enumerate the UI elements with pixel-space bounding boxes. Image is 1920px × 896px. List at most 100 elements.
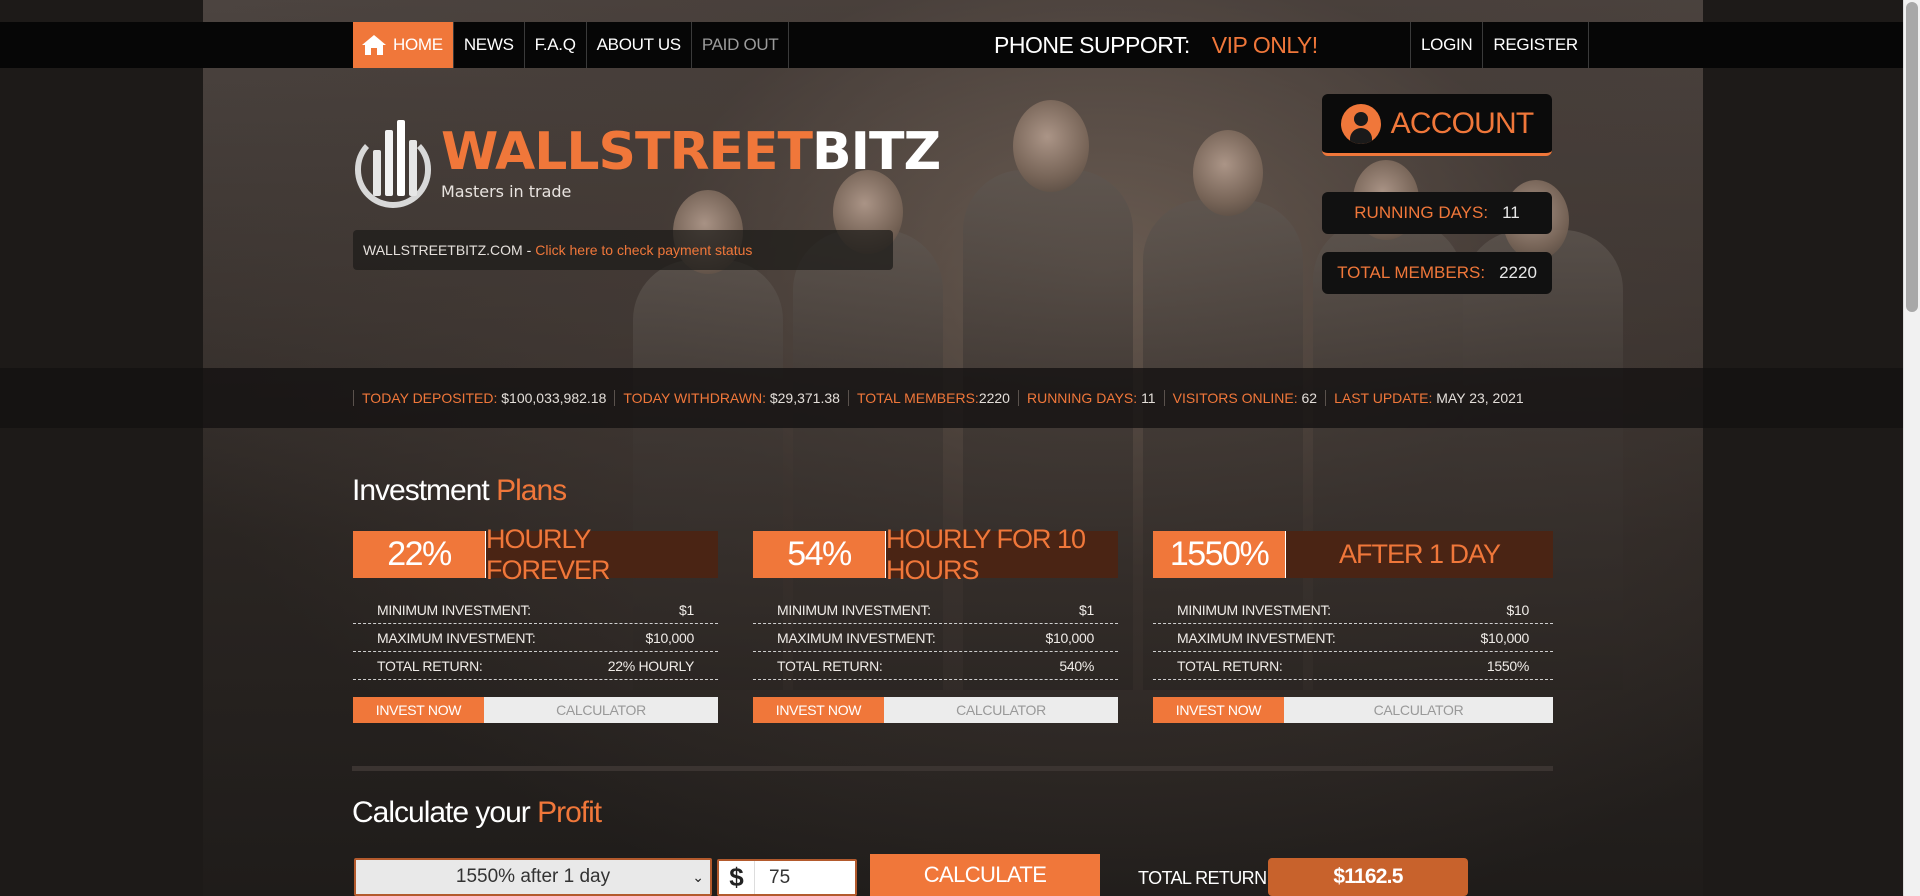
section-divider	[352, 766, 1553, 771]
payment-status-strip: WALLSTREETBITZ.COM - Click here to check…	[353, 230, 893, 270]
plan-percent: 22%	[353, 531, 485, 578]
plan-select-value: 1550% after 1 day	[455, 866, 611, 887]
dollar-icon: $	[719, 861, 755, 894]
calculate-button[interactable]: Calculate	[870, 854, 1100, 896]
stat-today-deposited: TODAY DEPOSITED: $100,033,982.18	[353, 390, 614, 406]
nav-paid-out[interactable]: Paid Out	[692, 22, 790, 68]
plan-card-3: 1550% AFTER 1 DAY Minimum investment: $10…	[1153, 531, 1553, 723]
plan-percent: 1550%	[1153, 531, 1285, 578]
plan-row-label: Minimum investment:	[377, 601, 531, 618]
plan-name: AFTER 1 DAY	[1285, 531, 1553, 578]
plans-title-b: Plans	[496, 474, 567, 507]
main-nav: Home News F.A.Q About Us Paid Out	[353, 22, 790, 68]
chevron-down-icon: ⌄	[692, 869, 704, 885]
stat-last-update: LAST UPDATE: MAY 23, 2021	[1325, 390, 1532, 406]
invest-now-button[interactable]: Invest Now	[1153, 697, 1284, 723]
logo-brand-a: WALLSTREET	[441, 122, 813, 182]
stat-today-withdrawn: TODAY WITHDRAWN: $29,371.38	[614, 390, 848, 406]
plan-card-1: 22% HOURLY FOREVER Minimum investment: $1…	[353, 524, 718, 723]
register-link[interactable]: Register	[1482, 22, 1589, 68]
plan-row-max: Maximum investment: $10,000	[353, 624, 718, 652]
stat-label: TODAY DEPOSITED:	[362, 390, 498, 406]
logo-wordmark: WALLSTREETBITZ	[441, 126, 941, 178]
stats-list: TODAY DEPOSITED: $100,033,982.18 TODAY W…	[353, 368, 1532, 428]
login-link[interactable]: Login	[1410, 22, 1482, 68]
amount-input[interactable]: $ 75	[717, 859, 857, 896]
plan-row-label: Maximum investment:	[377, 629, 536, 646]
plan-row-label: Maximum investment:	[777, 629, 936, 646]
stat-total-members: TOTAL MEMBERS:2220	[847, 390, 1018, 406]
site-logo[interactable]: WALLSTREETBITZ Masters in trade	[353, 116, 941, 216]
nav-home[interactable]: Home	[353, 22, 454, 68]
user-icon	[1340, 103, 1381, 144]
running-days-value: 11	[1502, 203, 1520, 222]
site-domain: WALLSTREETBITZ.COM -	[363, 242, 532, 258]
plan-card-2: 54% HOURLY FOR 10 HOURS Minimum investme…	[753, 524, 1118, 723]
plan-row-value: $1	[679, 601, 694, 618]
calc-title-a: Calculate your	[352, 796, 531, 829]
stat-value: $29,371.38	[769, 390, 840, 406]
page-scrollbar[interactable]	[1903, 0, 1920, 896]
total-return-value: $1162.5	[1268, 858, 1468, 896]
plan-select[interactable]: 1550% after 1 day ⌄	[354, 858, 712, 896]
logo-brand-b: BITZ	[812, 122, 941, 182]
plans-section-title: Investment Plans	[352, 474, 567, 508]
logo-emblem-icon	[354, 120, 432, 208]
stat-label: LAST UPDATE:	[1334, 390, 1433, 406]
nav-news[interactable]: News	[454, 22, 525, 68]
nav-faq[interactable]: F.A.Q	[525, 22, 587, 68]
total-return-label: TOTAL RETURN:	[1130, 866, 1279, 896]
invest-now-button[interactable]: Invest Now	[753, 697, 884, 723]
plan-row-return: Total return: 22% hourly	[353, 652, 718, 680]
running-days-label: RUNNING DAYS:	[1354, 203, 1489, 222]
stat-value: 62	[1301, 390, 1318, 406]
plan-row-label: Minimum investment:	[1177, 601, 1331, 618]
calculator-button[interactable]: Calculator	[884, 697, 1118, 723]
stat-value: MAY 23, 2021	[1436, 390, 1524, 406]
stat-label: TODAY WITHDRAWN:	[623, 390, 766, 406]
payment-status-link[interactable]: Click here to check payment status	[535, 242, 752, 258]
plan-name: HOURLY FOREVER	[485, 524, 718, 585]
calculator-button[interactable]: Calculator	[1284, 697, 1553, 723]
phone-support: PHONE SUPPORT: VIP ONLY!	[994, 22, 1318, 68]
nav-about[interactable]: About Us	[587, 22, 692, 68]
running-days-box: RUNNING DAYS: 11	[1322, 192, 1552, 234]
plan-row-value: $10	[1506, 601, 1530, 618]
auth-nav: Login Register	[1410, 22, 1589, 68]
plan-row-value: $10,000	[1480, 629, 1529, 646]
plan-row-max: Maximum investment: $10,000	[753, 624, 1118, 652]
plan-row-value: 1550%	[1486, 657, 1529, 674]
plan-row-min: Minimum investment: $1	[353, 596, 718, 624]
plan-row-label: Total return:	[377, 657, 483, 674]
account-button[interactable]: ACCOUNT	[1322, 94, 1552, 156]
invest-now-button[interactable]: Invest Now	[353, 697, 484, 723]
total-members-value: 2220	[1499, 263, 1537, 282]
stat-visitors-online: VISITORS ONLINE: 62	[1163, 390, 1325, 406]
scrollbar-thumb[interactable]	[1906, 2, 1918, 312]
plan-row-label: Minimum investment:	[777, 601, 931, 618]
stat-running-days: RUNNING DAYS: 11	[1017, 390, 1164, 406]
plan-row-max: Maximum investment: $10,000	[1153, 624, 1553, 652]
plan-row-value: 540%	[1059, 657, 1094, 674]
plans-title-a: Investment	[352, 474, 490, 507]
total-members-box: TOTAL MEMBERS: 2220	[1322, 252, 1552, 294]
stat-value: $100,033,982.18	[501, 390, 607, 406]
plan-row-value: 22% hourly	[607, 657, 695, 674]
phone-support-label: PHONE SUPPORT:	[994, 31, 1190, 58]
plan-row-value: $10,000	[1045, 629, 1094, 646]
stat-label: RUNNING DAYS:	[1026, 390, 1138, 406]
top-navbar	[0, 22, 1903, 68]
plan-row-label: Total return:	[1177, 657, 1283, 674]
plan-name: HOURLY FOR 10 HOURS	[885, 524, 1118, 585]
calculator-button[interactable]: Calculator	[484, 697, 718, 723]
plan-row-return: Total return: 540%	[753, 652, 1118, 680]
stat-label: VISITORS ONLINE:	[1172, 390, 1298, 406]
logo-tagline: Masters in trade	[441, 182, 572, 201]
plan-row-return: Total return: 1550%	[1153, 652, 1553, 680]
plan-row-label: Maximum investment:	[1177, 629, 1336, 646]
nav-home-label: Home	[393, 35, 443, 54]
plan-row-min: Minimum investment: $1	[753, 596, 1118, 624]
account-label: ACCOUNT	[1390, 106, 1535, 140]
plan-percent: 54%	[753, 531, 885, 578]
plan-row-min: Minimum investment: $10	[1153, 596, 1553, 624]
